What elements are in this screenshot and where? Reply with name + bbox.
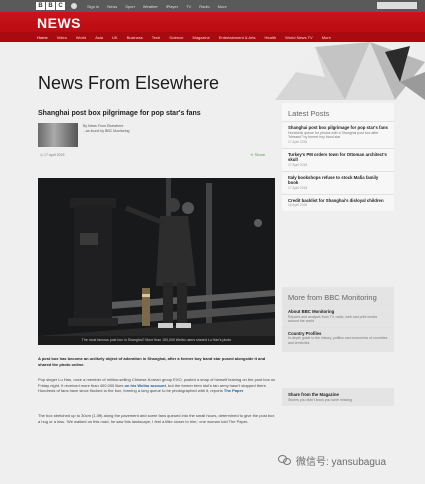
nav-item[interactable]: Asia (95, 35, 103, 40)
nav-item[interactable]: Business (127, 35, 143, 40)
nav-item[interactable]: World News TV (285, 35, 313, 40)
latest-post-item[interactable]: Credit backlist for Shanghai's disloyal … (282, 193, 394, 212)
wechat-icon (278, 455, 292, 466)
article-title[interactable]: Shanghai post box pilgrimage for pop sta… (38, 110, 201, 117)
latest-posts-panel: Latest Posts Shanghai post box pilgrimag… (282, 103, 394, 212)
nav-item[interactable]: Science (169, 35, 183, 40)
article-lead: A post box has become an unlikely object… (38, 356, 276, 367)
nav-item[interactable]: Entertainment & Arts (219, 35, 256, 40)
topnav-item[interactable]: News (107, 4, 117, 9)
bbc-letter: C (56, 2, 65, 10)
latest-post-item[interactable]: Turkey's PM orders town for Ottoman arch… (282, 147, 394, 171)
paragraph-text: The box stretched up to 30cm (1.0ft) alo… (38, 413, 275, 424)
nav-item[interactable]: Magazine (192, 35, 209, 40)
latest-post-item[interactable]: Shanghai post box pilgrimage for pop sta… (282, 121, 394, 148)
post-title[interactable]: Turkey's PM orders town for Ottoman arch… (288, 152, 388, 163)
post-title[interactable]: Shanghai post box pilgrimage for pop sta… (288, 125, 388, 131)
nav-item-home[interactable]: Home (37, 35, 48, 40)
post-date: 17 April 2015 (288, 139, 308, 144)
top-nav: Sign in News Sport Weather iPlayer TV Ra… (87, 4, 227, 9)
news-brand[interactable]: NEWS (37, 15, 81, 31)
byline-line: ...as found by BBC Monitoring (83, 129, 130, 133)
search-input[interactable] (377, 2, 417, 9)
account-icon[interactable] (71, 3, 77, 9)
monitoring-item-summary: Reports and analysis from TV, radio, web… (288, 314, 377, 324)
the-paper-link[interactable]: The Paper (224, 388, 243, 393)
topnav-item[interactable]: TV (186, 4, 191, 9)
bbc-letter: B (46, 2, 55, 10)
post-date: 17 April 2015 (288, 185, 308, 190)
bbc-logo[interactable]: B B C (36, 2, 65, 10)
topnav-item[interactable]: Sport (125, 4, 135, 9)
wechat-watermark: 微信号: yansubagua (278, 453, 386, 468)
nav-item[interactable]: Health (265, 35, 277, 40)
article-paragraph: Pop singer Lu Han, once a member of mill… (38, 377, 276, 394)
page-title: News From Elsewhere (38, 73, 220, 93)
nav-item[interactable]: World (76, 35, 86, 40)
watermark-text: 微信号: yansubagua (296, 457, 387, 468)
topnav-item[interactable]: More (218, 4, 227, 9)
article-date-text: 17 April 2015 (44, 153, 65, 157)
lead-text: A post box has become an unlikely object… (38, 356, 266, 367)
article-thumbnail (38, 123, 78, 147)
magazine-promo-summary: Stories you didn't know you were missing (288, 397, 352, 402)
post-summary: Hundreds queue for photos with a Shangha… (288, 130, 379, 140)
share-label: Share (254, 152, 266, 157)
monitoring-heading: More from BBC Monitoring (288, 293, 377, 302)
article-photo (38, 178, 275, 336)
decorative-triangles (275, 42, 425, 100)
magazine-promo[interactable]: Share from the Magazine Stories you didn… (282, 388, 394, 407)
topnav-item[interactable]: Weather (143, 4, 158, 9)
top-bar: B B C Sign in News Sport Weather iPlayer… (0, 0, 425, 12)
page: { "bbc_letters": ["B", "B", "C"], "topna… (0, 0, 425, 484)
share-icon: ⋖ (250, 152, 254, 157)
monitoring-item[interactable]: About BBC Monitoring Reports and analysi… (282, 305, 394, 327)
nav-item[interactable]: Tech (152, 35, 160, 40)
nav-item[interactable]: UK (112, 35, 118, 40)
topnav-item[interactable]: Sign in (87, 4, 99, 9)
monitoring-item-summary: In-depth guide to the history, politics … (288, 336, 388, 345)
weibo-link[interactable]: on his Weibo account (125, 383, 166, 388)
article-paragraph: The box stretched up to 30cm (1.0ft) alo… (38, 413, 276, 424)
latest-posts-heading: Latest Posts (288, 109, 330, 118)
article-date: ◷ 17 April 2015 (40, 153, 64, 157)
topnav-item[interactable]: Radio (199, 4, 209, 9)
nav-item[interactable]: Video (57, 35, 67, 40)
bbc-letter: B (36, 2, 45, 10)
latest-post-item[interactable]: Italy bookshops refuse to stock Mafia fa… (282, 170, 394, 194)
monitoring-item[interactable]: Country Profiles In-depth guide to the h… (282, 326, 394, 349)
nav-item-more[interactable]: More (322, 35, 331, 40)
post-title[interactable]: Italy bookshops refuse to stock Mafia fa… (288, 175, 388, 186)
post-date: 16 April 2015 (288, 203, 308, 208)
section-nav: Home Video World Asia UK Business Tech S… (0, 32, 425, 42)
clock-icon: ◷ (40, 153, 44, 157)
post-date: 17 April 2015 (288, 162, 308, 167)
monitoring-panel: More from BBC Monitoring About BBC Monit… (282, 287, 394, 353)
topnav-item[interactable]: iPlayer (166, 4, 178, 9)
article-byline: By News From Elsewhere ...as found by BB… (83, 124, 130, 134)
photo-caption: The most famous post box in Shanghai? Mo… (38, 336, 275, 345)
share-button[interactable]: ⋖ Share (250, 152, 265, 157)
